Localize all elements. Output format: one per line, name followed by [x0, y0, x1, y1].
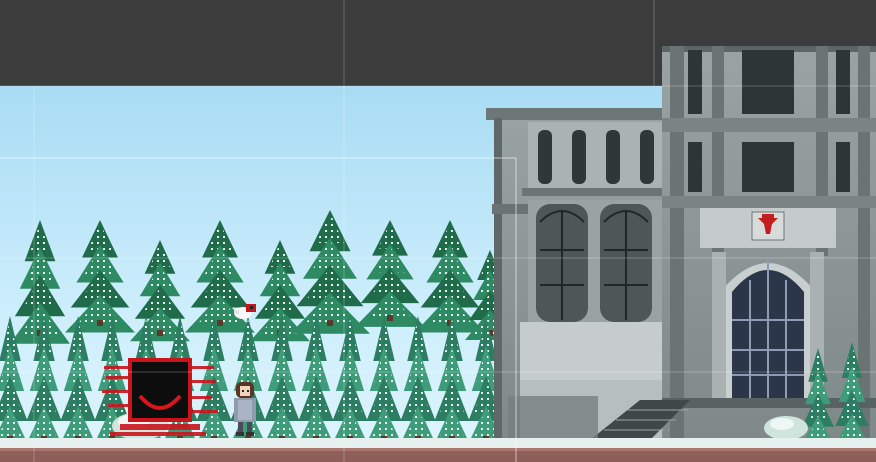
game-viewport — [0, 0, 876, 462]
pine-tree-back — [355, 220, 425, 327]
pine-tree-front — [193, 316, 235, 451]
snow-bush-right — [764, 416, 808, 440]
ground-snow — [0, 438, 876, 448]
pine-tree-front — [329, 316, 371, 451]
forest-front-row — [0, 316, 507, 451]
pine-tree-front — [363, 316, 405, 451]
upper-window-row — [528, 122, 662, 188]
large-window-pair — [528, 200, 662, 326]
pine-tree-back — [10, 220, 70, 344]
mansion-left-roof-cornice — [486, 108, 672, 120]
pine-tree-back — [65, 220, 135, 333]
red-crest-emblem — [751, 211, 785, 241]
pine-tree-front — [431, 316, 473, 451]
pine-tree-front — [397, 316, 439, 451]
forest-back-row — [10, 210, 515, 344]
game-world — [0, 0, 876, 462]
